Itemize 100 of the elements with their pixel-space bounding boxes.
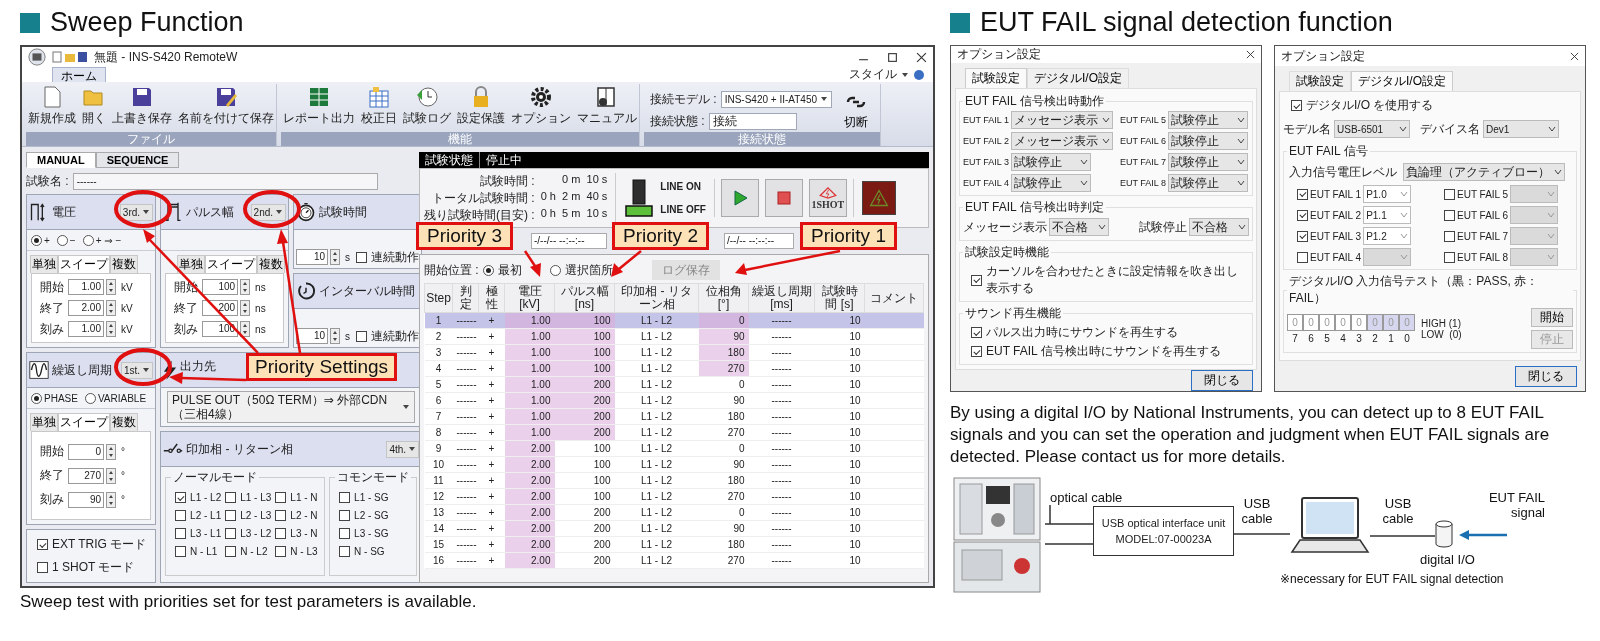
start-button[interactable] [720,179,759,217]
number-field[interactable]: 90 [68,491,104,508]
checkbox[interactable] [1444,188,1455,200]
checkbox[interactable] [37,539,48,550]
checkbox[interactable] [225,492,237,503]
ribbon-button[interactable]: 試験ログ [401,84,453,128]
quick-access-icon[interactable] [52,51,88,63]
number-field[interactable]: 270 [68,467,104,484]
close-button[interactable]: 閉じる [1515,365,1577,387]
spin-button[interactable] [240,279,251,295]
number-field[interactable]: 10 [296,328,329,344]
ribbon-button[interactable]: 新規作成 [26,84,78,128]
checkbox[interactable] [356,251,368,263]
port-dropdown[interactable]: P1.2 [1363,227,1412,245]
action-dropdown[interactable]: 試験停止 [1011,153,1092,171]
start-button[interactable]: 開始 [1531,308,1573,327]
radio-button[interactable] [31,234,42,246]
checkbox[interactable] [339,492,351,503]
table-row[interactable]: 4 ------ + 1.00 100 L1 - L2 270 ------ 10 [424,360,924,377]
sub-tab[interactable]: 複数 [257,255,286,273]
close-icon[interactable] [916,51,927,63]
level-dropdown[interactable]: 負論理（アクティブロー） [1403,163,1565,181]
spin-button[interactable] [106,443,116,460]
sub-tab[interactable]: 単独 [30,255,58,273]
model-dropdown[interactable]: USB-6501 [1334,120,1410,138]
sub-tab[interactable]: スイープ [58,255,110,273]
column-header[interactable]: 試験時間 [s] [814,283,865,313]
sub-tab[interactable]: 単独 [30,413,58,431]
date-field[interactable]: /--/-- --:--:-- [724,233,794,249]
table-row[interactable]: 7 ------ + 1.00 200 L1 - L2 180 ------ 10 [424,408,924,425]
sub-tab[interactable]: 複数 [110,413,138,431]
spin-button[interactable] [330,328,341,344]
port-dropdown[interactable]: P1.0 [1363,185,1412,203]
checkbox[interactable] [1444,251,1455,263]
dialog-tab[interactable]: デジタルI/O設定 [1027,68,1129,88]
number-field[interactable]: 2.00 [68,300,104,316]
radio-button[interactable] [482,264,494,276]
column-header[interactable]: コメント [864,283,924,313]
priority-dropdown[interactable]: 1st. [120,361,154,379]
column-header[interactable]: パルス幅 [ns] [554,283,615,313]
checkbox[interactable] [339,528,351,539]
number-field[interactable]: 1.00 [68,279,104,295]
checkbox[interactable] [971,327,982,338]
action-dropdown[interactable]: 試験停止 [1168,174,1249,192]
dialog-tab[interactable]: 試験設定 [1289,71,1351,91]
checkbox[interactable] [175,546,187,557]
checkbox[interactable] [1297,230,1308,242]
checkbox[interactable] [1291,100,1302,111]
number-field[interactable]: 1.00 [68,321,104,337]
ribbon-button[interactable]: レポート出力 [281,84,357,128]
spin-button[interactable] [240,300,251,316]
column-header[interactable]: Step [424,283,453,313]
checkbox[interactable] [225,546,237,557]
checkbox[interactable] [339,546,351,557]
table-row[interactable]: 10 ------ + 2.00 100 L1 - L2 90 ------ 10 [424,456,924,473]
radio-button[interactable] [31,392,42,404]
priority-dropdown[interactable]: 2nd. [250,203,287,221]
column-header[interactable]: 印加相 - リターン相 [614,283,699,313]
action-dropdown[interactable]: 試験停止 [1168,111,1249,129]
table-row[interactable]: 2 ------ + 1.00 100 L1 - L2 90 ------ 10 [424,328,924,345]
ribbon-button[interactable]: マニュアル [575,84,639,128]
action-dropdown[interactable]: 試験停止 [1011,174,1092,192]
close-icon[interactable] [1246,50,1255,59]
checkbox[interactable] [971,346,982,357]
number-field[interactable]: 0 [68,443,104,460]
spin-button[interactable] [330,249,341,265]
device-dropdown[interactable]: Dev1 [1483,120,1559,138]
table-row[interactable]: 14 ------ + 2.00 200 L1 - L2 90 ------ 10 [424,520,924,537]
number-field[interactable]: 10 [296,249,329,265]
table-row[interactable]: 15 ------ + 2.00 200 L1 - L2 180 ------ 10 [424,536,924,553]
checkbox[interactable] [356,330,368,342]
column-header[interactable]: 極性 [478,283,505,313]
checkbox[interactable] [37,562,48,573]
checkbox[interactable] [1297,188,1308,200]
table-row[interactable]: 1 ------ + 1.00 100 L1 - L2 0 ------ 10 [424,312,924,329]
ribbon-button[interactable]: オプション [509,84,573,128]
column-header[interactable]: 位相角 [°] [698,283,749,313]
checkbox[interactable] [175,510,187,521]
priority-dropdown[interactable]: 4th. [386,440,420,458]
table-row[interactable]: 5 ------ + 1.00 200 L1 - L2 0 ------ 10 [424,376,924,393]
sub-tab[interactable]: 複数 [110,255,138,273]
style-menu[interactable]: スタイル [849,66,897,83]
radio-button[interactable] [56,234,68,246]
port-dropdown[interactable]: P1.1 [1363,206,1412,224]
one-shot-button[interactable]: 1SHOT [808,179,847,217]
dialog-tab[interactable]: デジタルI/O設定 [1351,71,1453,91]
judgment-dropdown[interactable]: 不合格 [1049,218,1109,236]
sub-tab[interactable]: スイープ [205,255,258,273]
table-row[interactable]: 3 ------ + 1.00 100 L1 - L2 180 ------ 10 [424,344,924,361]
mode-tab[interactable]: SEQUENCE [95,152,180,168]
priority-dropdown[interactable]: 3rd. [119,203,154,221]
checkbox[interactable] [275,510,287,521]
checkbox[interactable] [175,528,187,539]
spin-button[interactable] [106,321,116,337]
checkbox[interactable] [275,546,287,557]
judgment-dropdown[interactable]: 不合格 [1189,218,1249,236]
action-dropdown[interactable]: 試験停止 [1168,153,1249,171]
checkbox[interactable] [1297,209,1308,221]
close-button[interactable]: 閉じる [1191,370,1253,391]
table-row[interactable]: 11 ------ + 2.00 100 L1 - L2 180 ------ 10 [424,472,924,489]
